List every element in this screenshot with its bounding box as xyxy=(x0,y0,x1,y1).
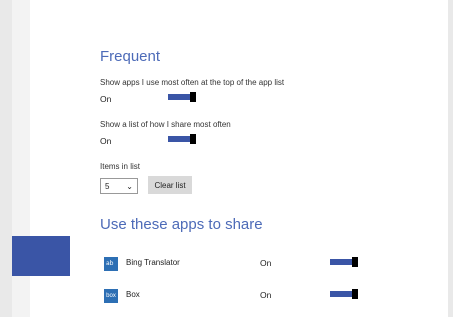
frequent-apps-toggle[interactable] xyxy=(168,92,196,102)
setting-share-list-label: Show a list of how I share most often xyxy=(100,120,231,129)
toggle-track xyxy=(330,291,352,297)
bing-translator-toggle[interactable] xyxy=(330,257,358,267)
toggle-thumb xyxy=(352,257,358,267)
share-title: Use these apps to share xyxy=(100,216,263,233)
setting-frequent-apps-label: Show apps I use most often at the top of… xyxy=(100,78,285,87)
items-in-list-select[interactable]: 5 ⌄ xyxy=(100,178,138,194)
setting-frequent-apps-state: On xyxy=(100,94,112,104)
toggle-thumb xyxy=(190,92,196,102)
toggle-thumb xyxy=(190,134,196,144)
app-state: On xyxy=(260,290,272,300)
app-name: Bing Translator xyxy=(126,258,180,267)
toggle-track xyxy=(168,94,190,100)
toggle-track xyxy=(330,259,352,265)
translator-icon: ab xyxy=(104,257,118,271)
box-icon-text: box xyxy=(106,293,116,299)
share-list-toggle[interactable] xyxy=(168,134,196,144)
frequent-title: Frequent xyxy=(100,48,161,65)
app-name: Box xyxy=(126,290,140,299)
selected-nav-indicator xyxy=(12,236,70,276)
settings-panel xyxy=(12,0,448,317)
chevron-down-icon: ⌄ xyxy=(126,181,133,191)
toggle-track xyxy=(168,136,190,142)
app-state: On xyxy=(260,258,272,268)
items-in-list-label: Items in list xyxy=(100,162,141,171)
box-icon: box xyxy=(104,289,118,303)
items-in-list-value: 5 xyxy=(105,181,110,191)
toggle-thumb xyxy=(352,289,358,299)
svg-text:ab: ab xyxy=(106,260,114,267)
setting-share-list-state: On xyxy=(100,136,112,146)
box-toggle[interactable] xyxy=(330,289,358,299)
clear-list-button[interactable]: Clear list xyxy=(148,176,192,194)
